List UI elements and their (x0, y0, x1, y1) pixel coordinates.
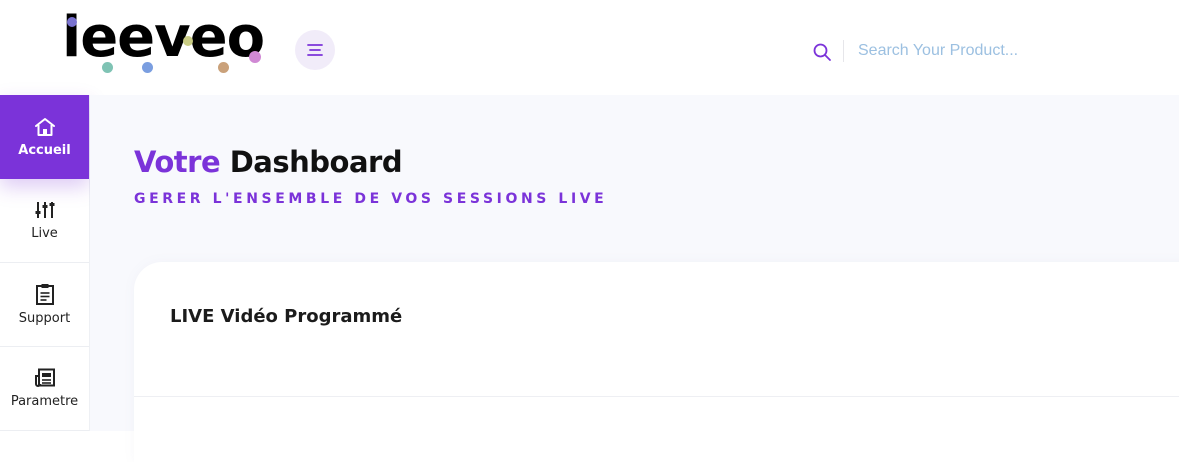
search-input[interactable] (852, 36, 1158, 66)
page-title: Votre Dashboard (134, 145, 403, 179)
sidebar-item-label: Support (18, 311, 71, 326)
logo-dot (183, 36, 193, 46)
page-title-main: Dashboard (229, 145, 403, 179)
card-divider (134, 396, 1179, 397)
page-title-accent: Votre (134, 145, 221, 179)
sidebar-item-accueil[interactable]: Accueil (0, 95, 89, 179)
logo-dot (102, 62, 113, 73)
menu-lines-icon (307, 44, 323, 56)
page-subtitle: GERER L'ENSEMBLE DE VOS SESSIONS LIVE (134, 191, 608, 207)
leeveo-logo[interactable]: leeveo (62, 5, 282, 80)
sidebar-item-parametre[interactable]: Parametre (0, 347, 89, 431)
menu-toggle-button[interactable] (295, 30, 335, 70)
logo-text: leeveo (62, 5, 265, 70)
search-icon[interactable] (812, 42, 832, 62)
sidebar-item-support[interactable]: Support (0, 263, 89, 347)
main-content: Votre Dashboard GERER L'ENSEMBLE DE VOS … (90, 95, 1179, 462)
newspaper-icon (34, 368, 55, 387)
sliders-icon (35, 202, 54, 218)
clipboard-icon (35, 284, 54, 305)
scheduled-live-card: LIVE Vidéo Programmé (134, 262, 1179, 462)
sidebar-item-label: Accueil (18, 142, 71, 158)
logo-dot (142, 62, 153, 73)
sidebar: Accueil Live Support Parametre (0, 95, 90, 431)
logo-dot (218, 62, 229, 73)
top-header: leeveo (0, 0, 1179, 95)
home-icon (34, 117, 55, 136)
sidebar-item-live[interactable]: Live (0, 179, 89, 263)
card-title: LIVE Vidéo Programmé (170, 306, 403, 327)
sidebar-item-label: Live (31, 226, 58, 241)
sidebar-item-label: Parametre (10, 394, 79, 409)
search-divider (843, 40, 844, 62)
logo-dot (67, 17, 77, 27)
logo-dot (249, 51, 261, 63)
